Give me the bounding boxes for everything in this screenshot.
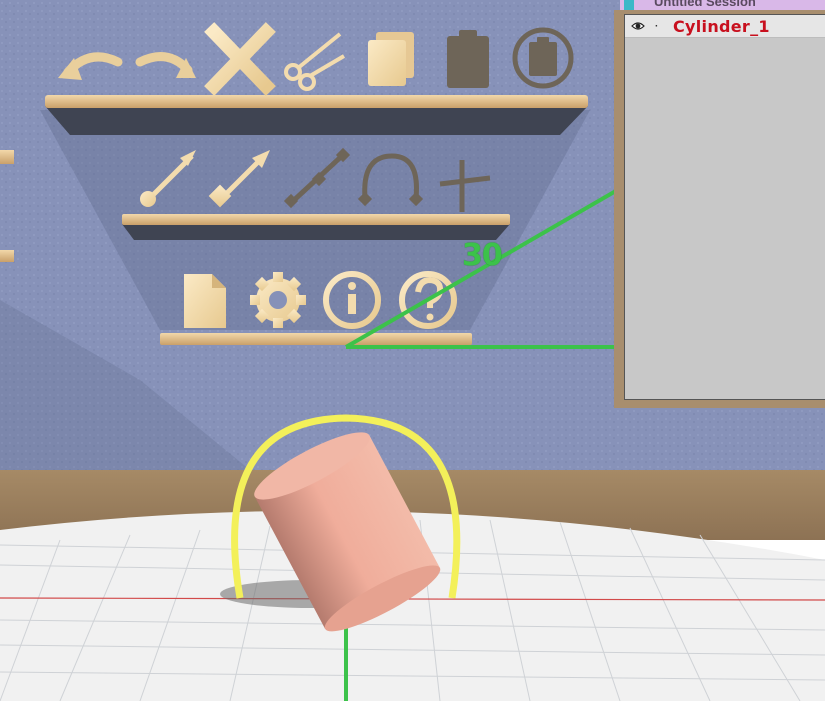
outliner-list[interactable]: · Cylinder_1 [624,14,825,400]
session-title: Untitled Session [654,0,756,9]
shelf-middle [122,214,510,240]
copy-icon[interactable] [368,32,414,86]
angle-readout: 30 [462,238,503,273]
paste-icon[interactable] [447,30,489,88]
side-shelf-stub [0,250,14,262]
session-color-swatch [624,0,634,10]
eye-icon[interactable] [631,20,645,32]
object-name[interactable]: Cylinder_1 [673,17,770,36]
shelf-top [45,95,588,135]
file-icon[interactable] [184,274,226,328]
side-shelf-stub [0,150,14,164]
row-bullet: · [655,21,659,32]
outliner-panel: · Cylinder_1 [614,10,825,408]
outliner-row[interactable]: · Cylinder_1 [625,15,825,38]
shelf-bottom [160,333,472,345]
